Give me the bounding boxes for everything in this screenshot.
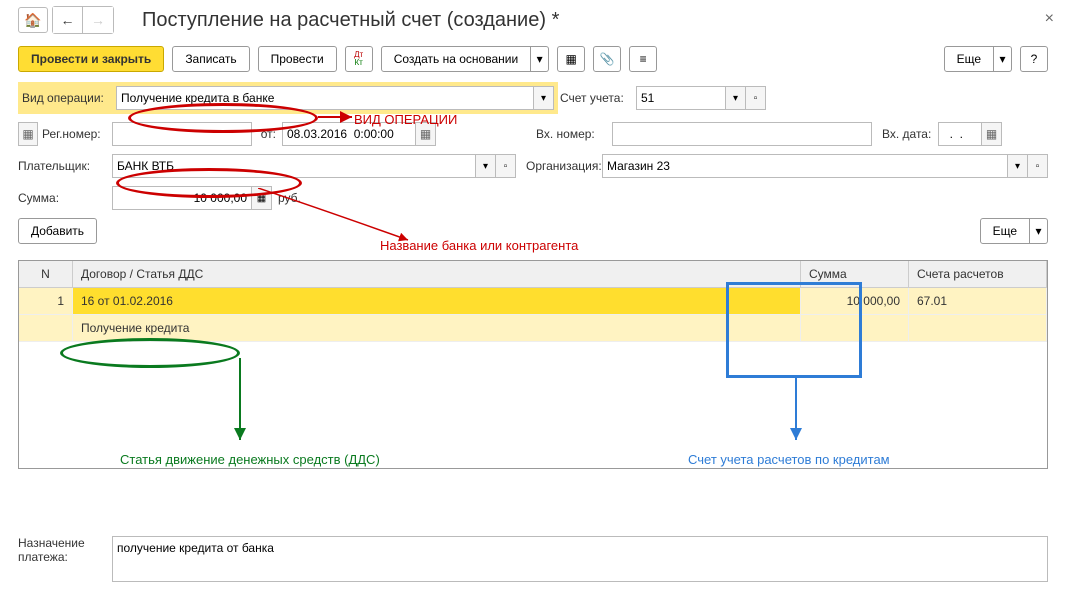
back-button[interactable]: ← — [53, 7, 83, 33]
op-type-input[interactable] — [116, 86, 534, 110]
cell-sum2[interactable] — [801, 315, 909, 341]
cell-acc2[interactable] — [909, 315, 1047, 341]
sum-input[interactable] — [112, 186, 252, 210]
col-acc[interactable]: Счета расчетов — [909, 261, 1047, 287]
more-button[interactable]: Еще — [944, 46, 994, 72]
write-button[interactable]: Записать — [172, 46, 249, 72]
from-label: от: — [252, 127, 282, 141]
files-button[interactable]: ▦ — [557, 46, 585, 72]
payer-label: Плательщик: — [18, 159, 112, 173]
payer-dropdown[interactable]: ▾ — [476, 154, 496, 178]
reg-num-input[interactable] — [112, 122, 252, 146]
date-input[interactable] — [282, 122, 416, 146]
add-button[interactable]: Добавить — [18, 218, 97, 244]
page-title: Поступление на расчетный счет (создание)… — [142, 9, 559, 32]
create-based-button[interactable]: Создать на основании — [381, 46, 532, 72]
sum-label: Сумма: — [18, 191, 112, 205]
reg-num-label: Рег.номер: — [42, 127, 112, 141]
sum-calc[interactable]: ▦ — [252, 186, 272, 210]
col-sum[interactable]: Сумма — [801, 261, 909, 287]
post-and-close-button[interactable]: Провести и закрыть — [18, 46, 164, 72]
op-type-label: Вид операции: — [22, 91, 116, 105]
in-date-label: Вх. дата: — [872, 127, 938, 141]
attach-button[interactable]: 📎 — [593, 46, 621, 72]
org-open[interactable]: ▫ — [1028, 154, 1048, 178]
col-n[interactable]: N — [19, 261, 73, 287]
in-date-picker[interactable] — [982, 122, 1002, 146]
op-type-dropdown[interactable]: ▾ — [534, 86, 554, 110]
purpose-label: Назначение платежа: — [18, 536, 112, 564]
account-open[interactable]: ▫ — [746, 86, 766, 110]
account-input[interactable] — [636, 86, 726, 110]
dtkt-button[interactable]: ДтКт — [345, 46, 373, 72]
in-date-input[interactable] — [938, 122, 982, 146]
org-input[interactable] — [602, 154, 1008, 178]
home-button[interactable]: 🏠 — [18, 7, 48, 33]
account-dropdown[interactable]: ▾ — [726, 86, 746, 110]
help-button[interactable]: ? — [1020, 46, 1048, 72]
purpose-input[interactable] — [112, 536, 1048, 582]
in-num-label: Вх. номер: — [536, 127, 612, 141]
cell-n[interactable]: 1 — [19, 288, 73, 314]
cell-acc[interactable]: 67.01 — [909, 288, 1047, 314]
details-table: N Договор / Статья ДДС Сумма Счета расче… — [18, 260, 1048, 469]
table-more-dropdown[interactable]: ▾ — [1030, 218, 1048, 244]
close-icon[interactable]: × — [1045, 10, 1054, 28]
org-label: Организация: — [516, 159, 602, 173]
list-button[interactable]: ≡ — [629, 46, 657, 72]
calendar-icon — [18, 122, 38, 146]
payer-open[interactable]: ▫ — [496, 154, 516, 178]
forward-button: → — [83, 7, 113, 33]
cell-dds[interactable]: Получение кредита — [73, 315, 801, 341]
post-button[interactable]: Провести — [258, 46, 337, 72]
cell-sum[interactable]: 10 000,00 — [801, 288, 909, 314]
account-label: Счет учета: — [560, 91, 636, 105]
org-dropdown[interactable]: ▾ — [1008, 154, 1028, 178]
more-dropdown[interactable]: ▾ — [994, 46, 1012, 72]
cell-dog[interactable]: 16 от 01.02.2016 — [73, 288, 801, 314]
cell-n2[interactable] — [19, 315, 73, 341]
col-dog[interactable]: Договор / Статья ДДС — [73, 261, 801, 287]
payer-input[interactable] — [112, 154, 476, 178]
create-based-dropdown[interactable]: ▾ — [531, 46, 549, 72]
in-num-input[interactable] — [612, 122, 872, 146]
date-picker[interactable] — [416, 122, 436, 146]
sum-currency: руб. — [272, 191, 301, 205]
table-more-button[interactable]: Еще — [980, 218, 1030, 244]
